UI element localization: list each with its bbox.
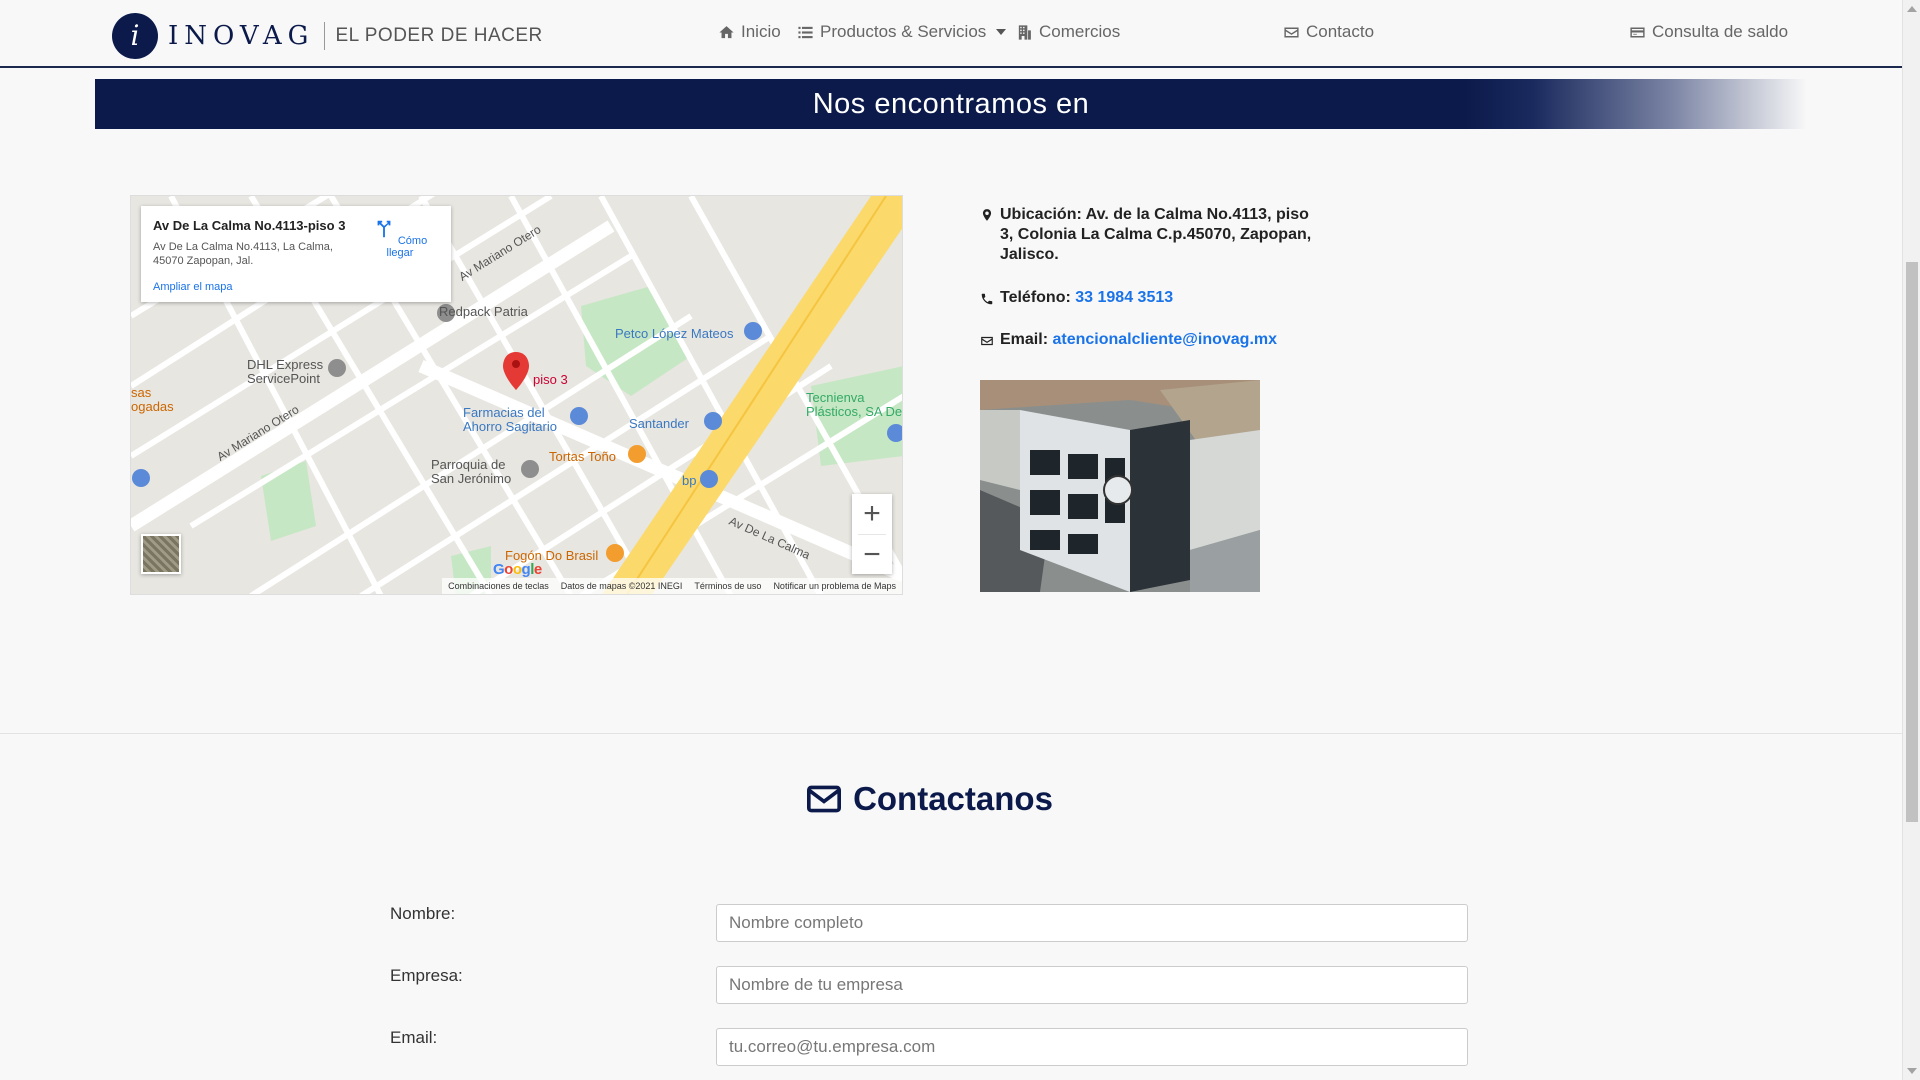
map-card-address: Av De La Calma No.4113, La Calma, 45070 … <box>153 241 333 267</box>
location-banner: Nos encontramos en <box>95 79 1807 129</box>
building-icon <box>1018 24 1031 40</box>
brand-name: INOVAG <box>168 21 315 51</box>
google-logo: Google <box>493 561 542 578</box>
map-label-parroquia: Parroquia de San Jerónimo <box>431 457 512 486</box>
map-label-tortas: Tortas Toño <box>549 449 616 464</box>
phone-label: Teléfono: <box>1000 289 1071 306</box>
map-data-attribution: Datos de mapas ©2021 INEGI <box>560 581 683 591</box>
zoom-out-button[interactable]: − <box>852 535 892 575</box>
nav-comercios[interactable]: Comercios <box>1016 22 1120 42</box>
banner-title: Nos encontramos en <box>812 87 1090 120</box>
google-map[interactable]: Redpack Patria DHL Express ServicePoint … <box>130 195 903 595</box>
terms-link[interactable]: Términos de uso <box>694 581 761 591</box>
map-label-petco: Petco López Mateos <box>615 326 734 341</box>
map-label-redpack: Redpack Patria <box>439 304 528 319</box>
credit-card-icon <box>1630 27 1645 37</box>
scroll-up-arrow-icon[interactable] <box>1907 6 1917 12</box>
map-label-farmacias: Farmacias del Ahorro Sagitario <box>463 405 557 434</box>
map-zoom-controls: + − <box>852 494 892 574</box>
section-divider <box>0 733 1902 734</box>
nav-inicio-label: Inicio <box>741 22 781 41</box>
email-row: Email: atencionalcliente@inovag.mx <box>980 331 1320 349</box>
chevron-down-icon <box>996 29 1007 35</box>
nav-contacto-label: Contacto <box>1306 22 1375 41</box>
name-label: Nombre: <box>390 904 456 923</box>
email-link[interactable]: atencionalcliente@inovag.mx <box>1052 331 1277 348</box>
satellite-toggle[interactable] <box>141 534 181 574</box>
brand-divider <box>324 22 326 50</box>
map-marker-icon <box>982 209 992 221</box>
name-input[interactable] <box>716 904 1468 942</box>
phone-link[interactable]: 33 1984 3513 <box>1075 289 1173 306</box>
nav-productos-label: Productos & Servicios <box>820 22 987 41</box>
envelope-icon <box>1284 27 1299 37</box>
inovag-logo-icon: i <box>112 13 158 59</box>
building-photo <box>980 380 1260 592</box>
nav-saldo-label: Consulta de saldo <box>1652 22 1789 41</box>
nav-inicio[interactable]: Inicio <box>718 22 781 42</box>
map-label-dhl: DHL Express ServicePoint <box>247 357 324 386</box>
directions-button[interactable]: Cómo llegar <box>365 218 435 259</box>
contact-title: Contactanos <box>853 780 1053 817</box>
nav-contacto[interactable]: Contacto <box>1283 22 1374 42</box>
brand-logo-link[interactable]: i INOVAG EL PODER DE HACER <box>112 12 543 60</box>
contact-heading: Contactanos <box>0 780 1860 818</box>
map-pin-label: piso 3 <box>533 372 568 387</box>
nav-comercios-label: Comercios <box>1039 22 1121 41</box>
phone-row: Teléfono: 33 1984 3513 <box>980 289 1320 307</box>
keyboard-shortcuts-link[interactable]: Combinaciones de teclas <box>448 581 549 591</box>
nav-productos-dropdown[interactable]: Productos & Servicios <box>797 22 1007 42</box>
location-label: Ubicación: <box>1000 206 1082 223</box>
map-label-bp: bp <box>682 473 697 488</box>
envelope-icon <box>807 785 842 813</box>
map-label-santander: Santander <box>629 416 689 431</box>
email-input[interactable] <box>716 1028 1468 1066</box>
phone-icon <box>981 293 993 305</box>
directions-icon <box>377 220 391 238</box>
scroll-thumb[interactable] <box>1906 262 1918 822</box>
scroll-down-arrow-icon[interactable] <box>1907 1068 1917 1074</box>
brand-tagline: EL PODER DE HACER <box>335 25 543 46</box>
email-label: Email: <box>1000 331 1049 348</box>
map-label-sas: sas ogadas <box>131 385 174 414</box>
report-problem-link[interactable]: Notificar un problema de Maps <box>773 581 896 591</box>
company-label: Empresa: <box>390 966 463 985</box>
zoom-in-button[interactable]: + <box>852 494 892 534</box>
map-footer: Combinaciones de teclas Datos de mapas ©… <box>442 578 902 594</box>
nav-consulta-saldo[interactable]: Consulta de saldo <box>1629 22 1788 42</box>
page: i INOVAG EL PODER DE HACER Inicio Produc… <box>0 0 1902 1080</box>
page-scrollbar[interactable] <box>1902 0 1920 1080</box>
list-icon <box>798 26 813 38</box>
location-row: Ubicación: Av. de la Calma No.4113, piso… <box>980 205 1320 265</box>
email-field-label: Email: <box>390 1028 438 1047</box>
navbar: i INOVAG EL PODER DE HACER Inicio Produc… <box>0 0 1902 68</box>
map-label-tecnienva: Tecnienva Plásticos, SA De <box>806 390 903 419</box>
enlarge-map-link[interactable]: Ampliar el mapa <box>153 281 232 293</box>
envelope-icon <box>981 336 993 346</box>
home-icon <box>719 25 734 38</box>
building-photo-image <box>980 380 1260 592</box>
contact-info: Ubicación: Av. de la Calma No.4113, piso… <box>980 205 1320 349</box>
company-input[interactable] <box>716 966 1468 1004</box>
map-info-card: Av De La Calma No.4113-piso 3 Av De La C… <box>141 206 451 302</box>
